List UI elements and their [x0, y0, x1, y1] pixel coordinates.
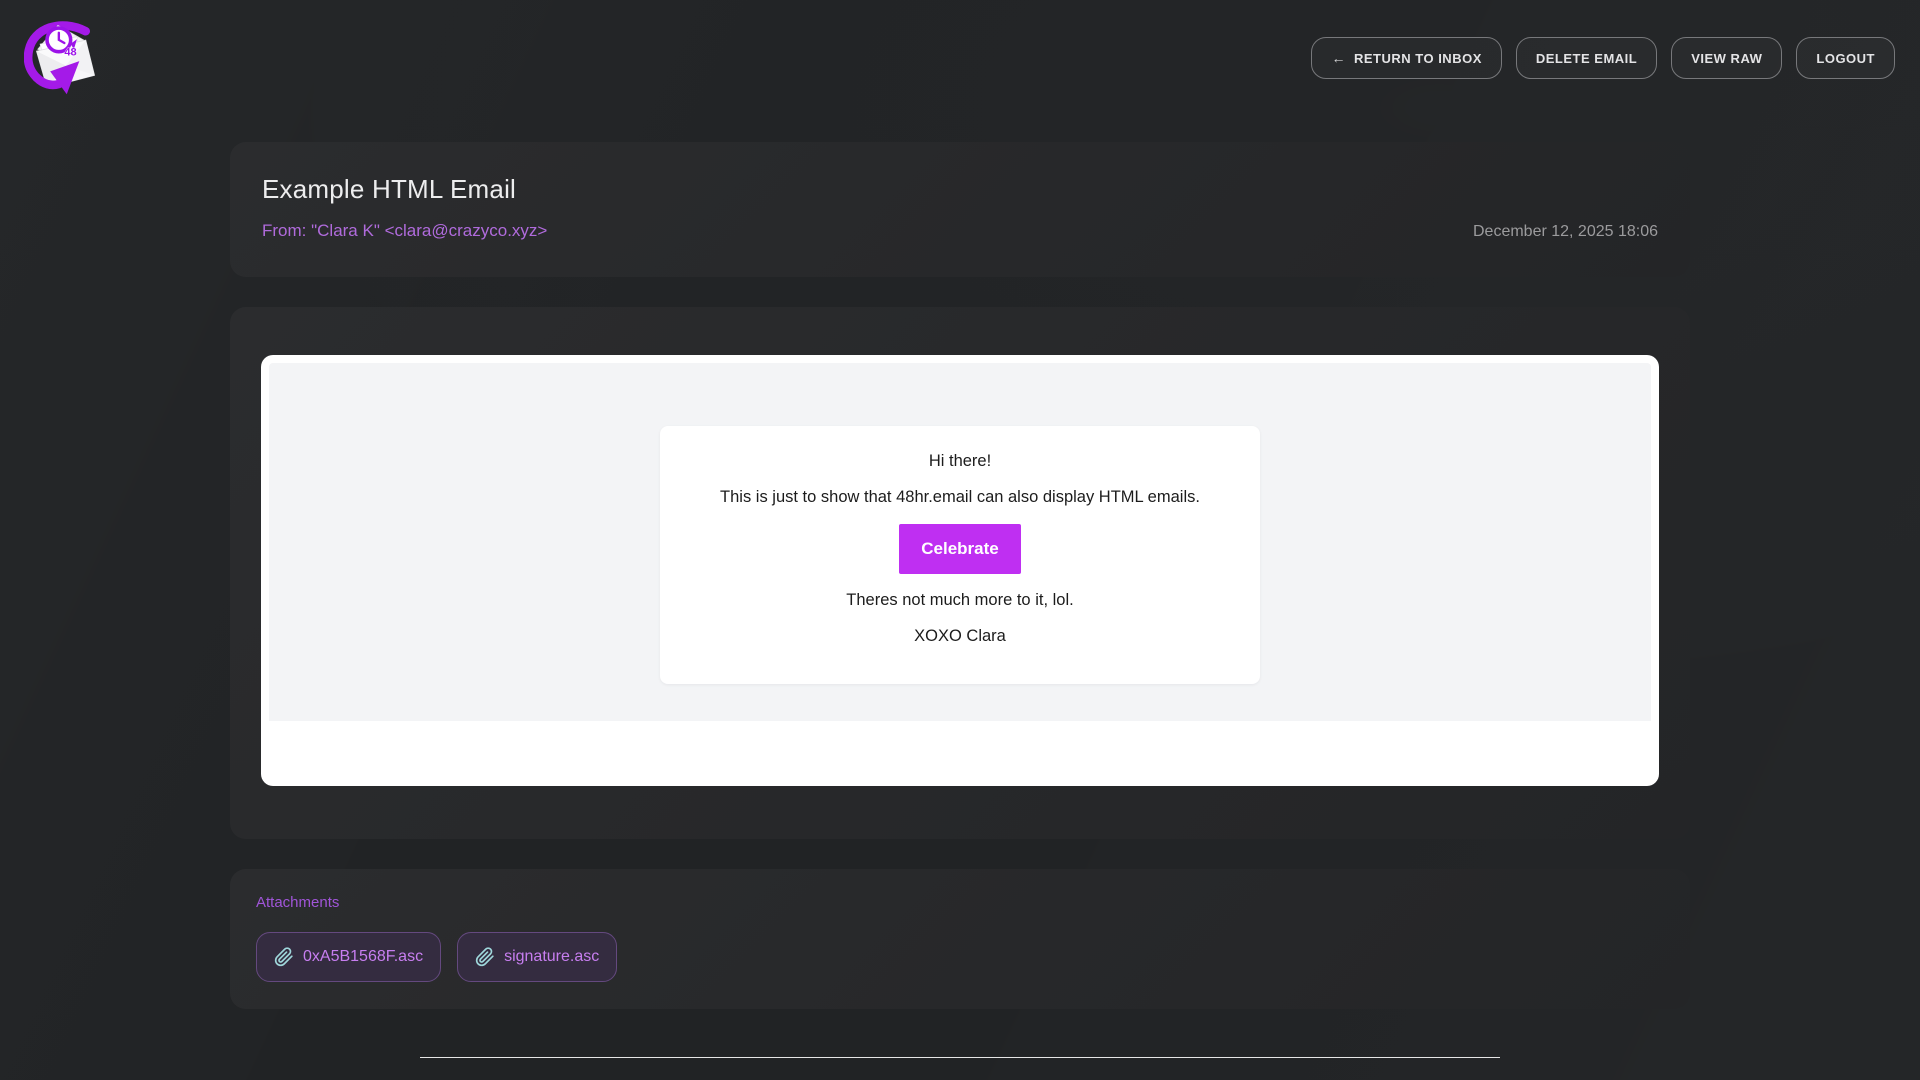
email-message-card: Hi there! This is just to show that 48hr…	[660, 426, 1260, 684]
email-from: From: "Clara K" <clara@crazyco.xyz>	[262, 221, 547, 241]
email-html-frame: Hi there! This is just to show that 48hr…	[261, 355, 1659, 786]
return-to-inbox-label: RETURN TO INBOX	[1354, 51, 1482, 66]
email-body-background: Hi there! This is just to show that 48hr…	[269, 363, 1651, 721]
attachment-name: signature.asc	[504, 948, 599, 966]
topbar: 48 ← RETURN TO INBOX DELETE EMAIL VIEW R…	[0, 0, 1920, 98]
celebrate-button[interactable]: Celebrate	[899, 524, 1020, 574]
footer-divider	[420, 1057, 1500, 1058]
delete-email-button[interactable]: DELETE EMAIL	[1516, 37, 1657, 79]
email-meta-row: From: "Clara K" <clara@crazyco.xyz> Dece…	[262, 221, 1658, 241]
paperclip-icon	[475, 947, 495, 967]
attachment-name: 0xA5B1568F.asc	[303, 948, 423, 966]
email-body-card: Hi there! This is just to show that 48hr…	[230, 307, 1690, 839]
logo-48-label: 48	[64, 47, 76, 59]
logout-button[interactable]: LOGOUT	[1796, 37, 1895, 79]
toolbar-actions: ← RETURN TO INBOX DELETE EMAIL VIEW RAW …	[1311, 37, 1895, 79]
app-logo[interactable]: 48	[24, 17, 100, 99]
email-subject: Example HTML Email	[262, 174, 1658, 205]
return-to-inbox-button[interactable]: ← RETURN TO INBOX	[1311, 37, 1501, 79]
envelope-clock-48-logo-icon: 48	[24, 17, 100, 99]
attachment-chip-key-file[interactable]: 0xA5B1568F.asc	[256, 932, 441, 982]
email-intro-line: This is just to show that 48hr.email can…	[684, 488, 1236, 507]
email-cta-row: Celebrate	[684, 524, 1236, 574]
email-greeting: Hi there!	[684, 452, 1236, 471]
attachments-label: Attachments	[256, 894, 1664, 911]
email-header-card: Example HTML Email From: "Clara K" <clar…	[230, 142, 1690, 277]
email-outro-line: Theres not much more to it, lol.	[684, 591, 1236, 610]
paperclip-icon	[274, 947, 294, 967]
view-raw-button[interactable]: VIEW RAW	[1671, 37, 1782, 79]
email-signoff: XOXO Clara	[684, 627, 1236, 646]
page-background: { "logo": { "clock_label": "48" }, "tool…	[0, 0, 1920, 1080]
attachment-chip-signature-file[interactable]: signature.asc	[457, 932, 617, 982]
email-date: December 12, 2025 18:06	[1473, 223, 1658, 241]
main-content: Example HTML Email From: "Clara K" <clar…	[230, 142, 1690, 1058]
attachments-list: 0xA5B1568F.asc signature.asc	[256, 932, 1664, 982]
attachments-card: Attachments 0xA5B1568F.asc signature.asc	[230, 869, 1690, 1009]
left-arrow-icon: ←	[1331, 50, 1346, 66]
